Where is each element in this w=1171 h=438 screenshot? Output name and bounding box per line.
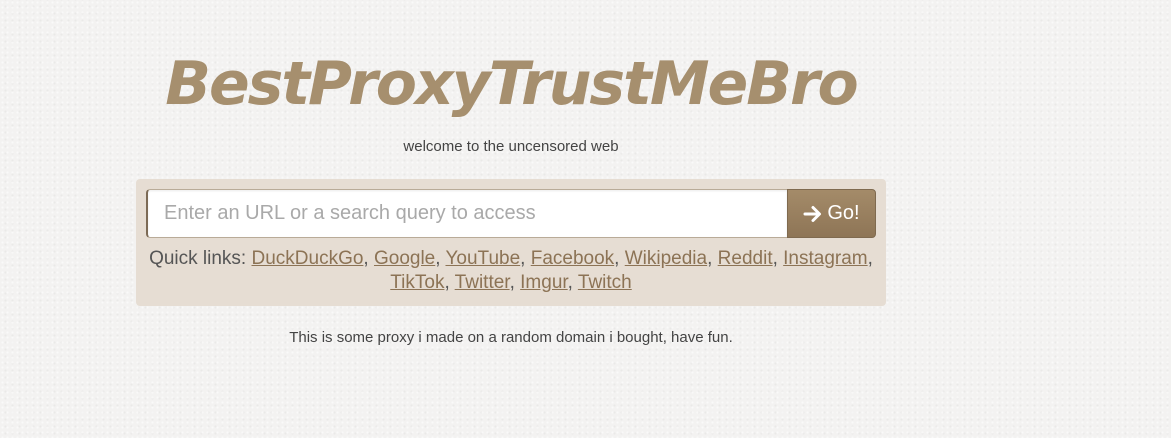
quick-links: Quick links: DuckDuckGo, Google, YouTube… bbox=[136, 247, 886, 295]
quick-link-wikipedia[interactable]: Wikipedia bbox=[625, 248, 707, 269]
quick-link-facebook[interactable]: Facebook bbox=[531, 248, 614, 269]
quick-links-list: DuckDuckGo, Google, YouTube, Facebook, W… bbox=[251, 248, 873, 293]
quick-link-google[interactable]: Google bbox=[374, 248, 435, 269]
search-form: Go! bbox=[146, 189, 876, 238]
site-logo: BestProxyTrustMeBro bbox=[165, 49, 859, 119]
quick-link-duckduckgo[interactable]: DuckDuckGo bbox=[252, 248, 364, 269]
quick-link-twitter[interactable]: Twitter bbox=[455, 272, 510, 293]
quick-link-reddit[interactable]: Reddit bbox=[718, 248, 773, 269]
url-search-input[interactable] bbox=[146, 189, 787, 238]
go-button-label: Go! bbox=[827, 202, 860, 224]
search-panel: Go! Quick links: DuckDuckGo, Google, You… bbox=[136, 179, 886, 306]
tagline: welcome to the uncensored web bbox=[403, 138, 619, 155]
go-button[interactable]: Go! bbox=[787, 189, 876, 238]
quick-link-tiktok[interactable]: TikTok bbox=[390, 272, 444, 293]
quick-link-twitch[interactable]: Twitch bbox=[578, 272, 632, 293]
quick-links-label: Quick links: bbox=[149, 248, 247, 269]
quick-link-imgur[interactable]: Imgur bbox=[520, 272, 568, 293]
quick-link-youtube[interactable]: YouTube bbox=[445, 248, 520, 269]
arrow-right-icon bbox=[803, 205, 822, 222]
quick-link-instagram[interactable]: Instagram bbox=[783, 248, 867, 269]
footer-note: This is some proxy i made on a random do… bbox=[289, 329, 733, 346]
